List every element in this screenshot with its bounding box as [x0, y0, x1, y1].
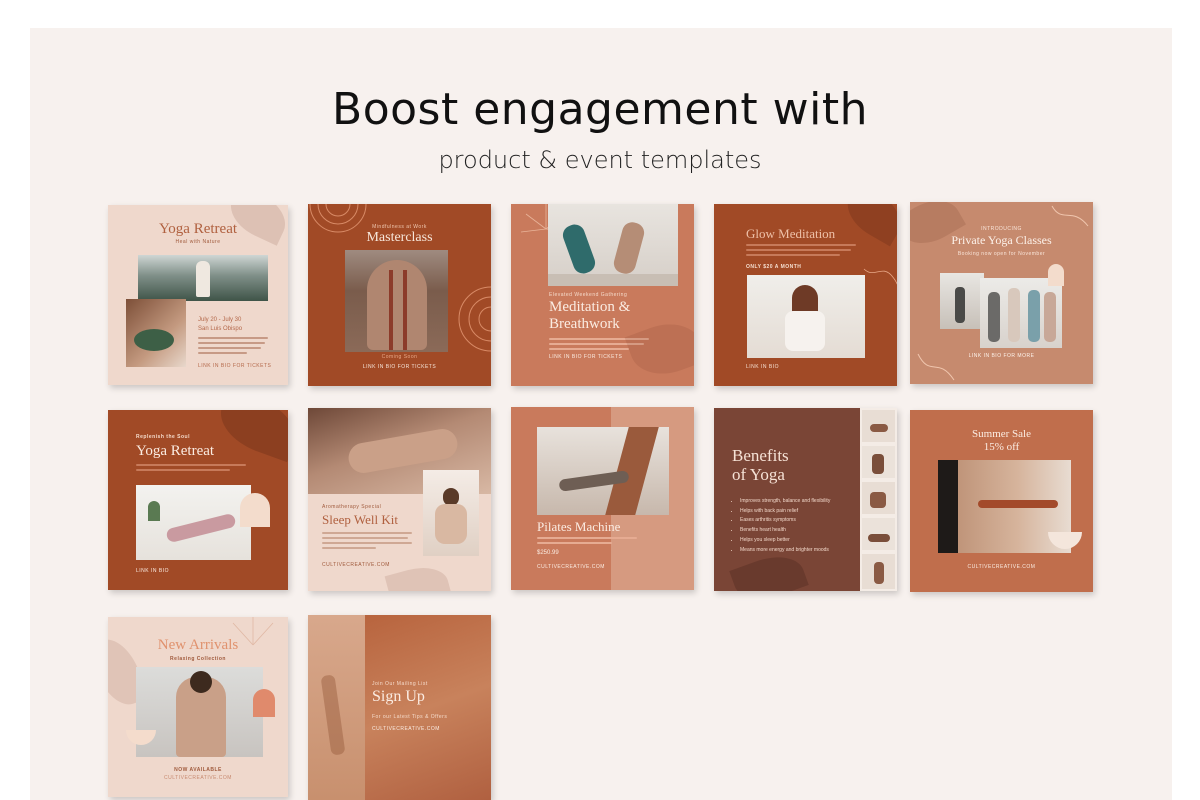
body-copy	[198, 337, 268, 357]
card-cta: LINK IN BIO FOR TICKETS	[362, 364, 437, 370]
class-photo-group	[980, 278, 1062, 348]
card-title-line1: Benefits	[732, 446, 789, 465]
pose-thumb-1	[862, 410, 895, 442]
pose-thumb-4	[862, 518, 895, 550]
duo-yoga-photo	[548, 204, 678, 286]
card-kicker: Replenish the Soul	[136, 434, 191, 440]
leaf-shadow	[624, 313, 694, 385]
card-title: Glow Meditation	[746, 226, 836, 241]
card-cta: CULTIVECREATIVE.COM	[967, 564, 1036, 570]
benefit-item: Helps with back pain relief	[740, 507, 860, 517]
leaf-shadow	[838, 204, 897, 247]
benefit-item: Benefits heart health	[740, 526, 860, 536]
squiggle-ornament	[863, 268, 897, 285]
pose-thumb-3	[862, 482, 895, 514]
card-title: Sleep Well Kit	[322, 512, 398, 527]
accent-arch	[253, 689, 275, 717]
arc-ornament-right	[458, 286, 491, 352]
meditating-woman-photo	[747, 275, 865, 358]
pilates-studio-photo	[537, 427, 669, 515]
card-cta: CULTIVECREATIVE.COM	[322, 562, 390, 568]
card-note: NOW AVAILABLE	[174, 767, 222, 773]
body-copy	[322, 532, 412, 552]
left-photo-panel	[308, 615, 365, 800]
template-yoga-retreat-nature[interactable]: Yoga Retreat Heal with Nature July 20 - …	[108, 205, 288, 385]
card-subtitle: Heal with Nature	[175, 239, 221, 245]
leaf-shadow	[211, 410, 288, 463]
right-texture-panel	[365, 615, 491, 800]
card-title-line1: Meditation &	[549, 299, 631, 315]
shower-photo	[136, 667, 263, 757]
card-note: For our Latest Tips & Offers	[372, 714, 448, 720]
card-title-line2: of Yoga	[732, 465, 785, 484]
template-sign-up[interactable]: Join Our Mailing List Sign Up For our La…	[308, 615, 491, 800]
page-headline: Boost engagement with	[332, 84, 868, 135]
card-note: Coming Soon	[381, 354, 418, 360]
card-cta: LINK IN BIO	[746, 364, 780, 370]
squiggle-ornament-bottom	[917, 353, 955, 381]
accent-arch	[1048, 264, 1064, 286]
mountain-photo	[138, 255, 268, 301]
card-kicker: INTRODUCING	[981, 226, 1022, 232]
template-pilates-machine[interactable]: Pilates Machine $250.99 CULTIVECREATIVE.…	[511, 407, 694, 590]
spa-photo	[126, 299, 186, 367]
card-kicker: Elevated Weekend Gathering	[549, 292, 628, 298]
event-dates: July 20 - July 30	[198, 317, 242, 323]
template-masterclass[interactable]: Mindfulness at Work Masterclass Coming S…	[308, 204, 491, 386]
benefits-list: Improves strength, balance and flexibili…	[736, 497, 860, 555]
benefit-item: Improves strength, balance and flexibili…	[740, 497, 860, 507]
photo-strip	[860, 408, 897, 591]
body-copy	[746, 244, 856, 259]
event-location: San Luis Obispo	[198, 326, 243, 332]
back-prayer-photo	[345, 250, 448, 352]
card-title: Pilates Machine	[537, 519, 621, 534]
card-title-line2: Breathwork	[549, 316, 620, 332]
card-subtitle: Relaxing Collection	[170, 656, 226, 662]
card-kicker: Aromatherapy Special	[322, 504, 382, 510]
template-yoga-retreat-soul[interactable]: Replenish the Soul Yoga Retreat LINK IN …	[108, 410, 288, 590]
card-price: ONLY $20 A MONTH	[746, 264, 802, 270]
yoga-pose-photo	[136, 485, 251, 560]
body-copy	[136, 464, 246, 474]
card-note: Booking now open for November	[957, 251, 1046, 257]
accent-arch	[240, 493, 270, 527]
card-cta: CULTIVECREATIVE.COM	[372, 726, 440, 732]
card-cta: LINK IN BIO FOR TICKETS	[198, 363, 272, 369]
card-title: Summer Sale	[972, 428, 1031, 440]
card-discount: 15% off	[983, 441, 1020, 453]
card-cta: LINK IN BIO FOR TICKETS	[549, 354, 623, 360]
card-cta: CULTIVECREATIVE.COM	[537, 564, 605, 570]
benefit-item: Eases arthritis symptoms	[740, 516, 860, 526]
benefit-item: Means more energy and brighter moods	[740, 546, 860, 556]
card-title: Private Yoga Classes	[951, 233, 1052, 247]
card-title: Yoga Retreat	[158, 221, 238, 237]
card-title: Masterclass	[366, 230, 433, 245]
pose-thumb-2	[862, 446, 895, 478]
template-sleep-well-kit[interactable]: Aromatherapy Special Sleep Well Kit CULT…	[308, 408, 491, 591]
page-subheadline: product & event templates	[438, 146, 762, 174]
card-price: $250.99	[537, 550, 559, 556]
card-title: Yoga Retreat	[136, 443, 215, 459]
card-title: New Arrivals	[157, 637, 239, 653]
woman-portrait-photo	[423, 470, 479, 556]
card-cta: CULTIVECREATIVE.COM	[164, 775, 232, 781]
body-copy	[537, 537, 637, 547]
template-glow-meditation[interactable]: Glow Meditation ONLY $20 A MONTH LINK IN…	[714, 204, 897, 386]
template-new-arrivals[interactable]: New Arrivals Relaxing Collection NOW AVA…	[108, 617, 288, 797]
class-photo-small	[940, 273, 984, 329]
template-benefits-of-yoga[interactable]: Benefits of Yoga Improves strength, bala…	[714, 408, 897, 591]
card-title: Sign Up	[372, 688, 425, 705]
card-kicker: Join Our Mailing List	[372, 681, 428, 687]
pose-thumb-5	[862, 554, 895, 589]
leaf-shadow	[384, 560, 452, 591]
card-cta: LINK IN BIO	[136, 568, 170, 574]
template-private-yoga-classes[interactable]: INTRODUCING Private Yoga Classes Booking…	[910, 202, 1093, 384]
template-meditation-breathwork[interactable]: Elevated Weekend Gathering Meditation & …	[511, 204, 694, 386]
benefit-item: Helps you sleep better	[740, 536, 860, 546]
template-summer-sale[interactable]: Summer Sale 15% off CULTIVECREATIVE.COM	[910, 410, 1093, 592]
